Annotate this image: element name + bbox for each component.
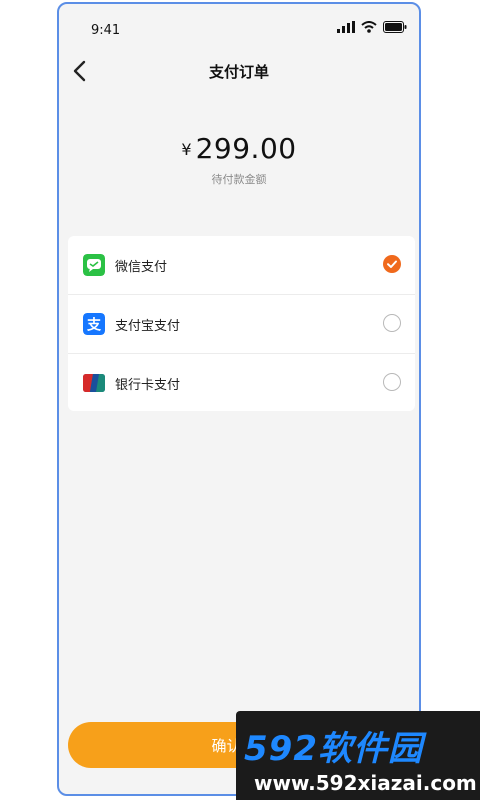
wifi-icon	[361, 21, 377, 33]
battery-icon	[383, 21, 407, 33]
payment-option-label: 银行卡支付	[115, 377, 181, 393]
svg-text:支: 支	[86, 317, 102, 334]
payment-option-bankcard[interactable]: 银行卡支付	[68, 353, 415, 412]
phone-screen: 9:41 支付订单 ¥ 299.00 待付款金额 微信支付 支 支付宝支付 银行…	[57, 2, 421, 796]
status-time: 9:41	[91, 23, 121, 38]
alipay-icon: 支	[83, 313, 105, 335]
watermark-url: www.592xiazai.com	[254, 771, 477, 795]
unionpay-icon	[83, 374, 105, 392]
payment-option-alipay[interactable]: 支 支付宝支付	[68, 294, 415, 353]
currency-symbol: ¥	[181, 140, 192, 159]
radio-selected-icon[interactable]	[383, 255, 401, 273]
page-title: 支付订单	[208, 63, 269, 81]
payment-option-label: 支付宝支付	[115, 318, 181, 334]
radio-unselected-icon[interactable]	[383, 373, 401, 391]
payment-option-label: 微信支付	[115, 259, 168, 275]
status-bar: 9:41	[59, 4, 419, 46]
radio-unselected-icon[interactable]	[383, 314, 401, 332]
watermark-brand: 592软件园	[244, 729, 423, 769]
signal-icon	[337, 21, 355, 33]
nav-bar: 支付订单	[59, 52, 419, 92]
payment-option-wechat[interactable]: 微信支付	[68, 236, 415, 294]
amount-display: ¥ 299.00	[181, 132, 296, 165]
amount-block: ¥ 299.00 待付款金额	[59, 132, 419, 187]
watermark: 592软件园 www.592xiazai.com	[236, 711, 480, 800]
status-icons	[337, 21, 407, 33]
checkmark-icon	[387, 260, 397, 268]
payment-methods-card: 微信支付 支 支付宝支付 银行卡支付	[68, 236, 415, 411]
amount-caption: 待付款金额	[211, 173, 267, 186]
amount-value: 299.00	[195, 132, 297, 165]
wechat-pay-icon	[83, 254, 105, 276]
